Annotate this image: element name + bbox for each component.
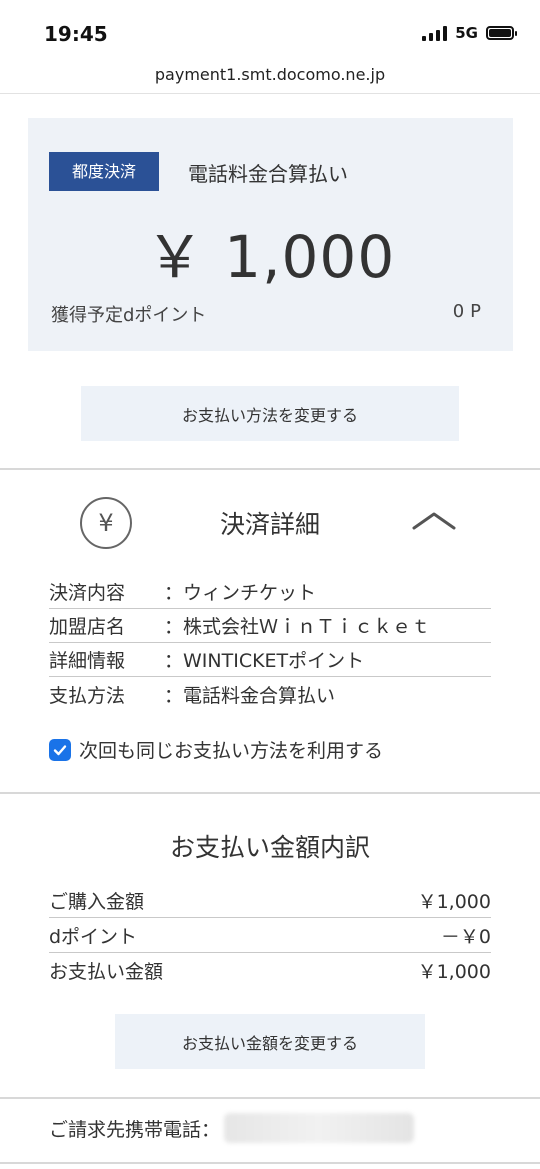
- breakdown-label: dポイント: [49, 925, 138, 948]
- points-label: 獲得予定dポイント: [51, 305, 207, 326]
- detail-label: 詳細情報: [49, 650, 126, 672]
- url-bar[interactable]: payment1.smt.docomo.ne.jp: [0, 62, 540, 94]
- divider: [0, 1162, 540, 1164]
- reuse-method-checkbox-row[interactable]: 次回も同じお支払い方法を利用する: [49, 736, 383, 763]
- detail-value: ：電話料金合算払い: [164, 684, 336, 707]
- points-value: 0P: [452, 301, 487, 322]
- status-bar: 19:45 5G: [0, 0, 540, 62]
- reuse-method-label[interactable]: 次回も同じお支払い方法を利用する: [79, 736, 383, 763]
- status-indicators: 5G: [422, 24, 517, 42]
- detail-row: 詳細情報 ：WINTICKETポイント: [49, 643, 491, 677]
- reuse-method-checkbox[interactable]: [49, 738, 71, 761]
- breakdown-value: ￥1,000: [417, 890, 491, 913]
- details-title: 決済詳細: [219, 510, 320, 539]
- divider: [0, 792, 540, 794]
- breakdown-row: ご購入金額 ￥1,000: [49, 883, 491, 918]
- detail-label: 加盟店名: [49, 616, 126, 638]
- detail-value: ：株式会社ＷｉｎＴｉｃｋｅｔ: [164, 616, 431, 638]
- network-type: 5G: [455, 24, 478, 42]
- change-payment-method-button[interactable]: お支払い方法を変更する: [81, 386, 459, 441]
- breakdown-label: お支払い金額: [49, 961, 164, 983]
- battery-icon: [486, 26, 517, 40]
- detail-row: 加盟店名 ：株式会社ＷｉｎＴｉｃｋｅｔ: [49, 609, 491, 643]
- divider: [0, 468, 540, 470]
- breakdown-title: お支払い金額内訳: [169, 833, 370, 862]
- signal-icon: [422, 25, 448, 41]
- detail-row: 支払方法 ：電話料金合算払い: [49, 677, 491, 711]
- payment-method-label: 電話料金合算払い: [188, 162, 348, 186]
- billing-phone-redacted: [224, 1113, 415, 1143]
- billing-phone-label: ご請求先携帯電話：: [49, 1118, 221, 1141]
- detail-label: 支払方法: [49, 684, 126, 707]
- payment-type-badge: 都度決済: [49, 152, 159, 191]
- divider: [0, 1097, 540, 1099]
- chevron-up-icon[interactable]: [412, 508, 456, 532]
- change-payment-amount-button[interactable]: お支払い金額を変更する: [115, 1014, 425, 1069]
- details-table: 決済内容 ：ウィンチケット 加盟店名 ：株式会社ＷｉｎＴｉｃｋｅｔ 詳細情報 ：…: [49, 575, 491, 711]
- breakdown-table: ご購入金額 ￥1,000 dポイント －￥0 お支払い金額 ￥1,000: [49, 883, 491, 988]
- status-time: 19:45: [44, 22, 108, 46]
- detail-label: 決済内容: [49, 582, 126, 604]
- detail-value: ：ウィンチケット: [164, 582, 317, 604]
- billing-phone-row: ご請求先携帯電話：: [49, 1113, 415, 1143]
- breakdown-value: －￥0: [440, 925, 491, 948]
- breakdown-row: お支払い金額 ￥1,000: [49, 953, 491, 988]
- breakdown-label: ご購入金額: [49, 890, 145, 913]
- check-icon: [53, 744, 67, 755]
- detail-value: ：WINTICKETポイント: [164, 650, 365, 672]
- breakdown-value: ￥1,000: [417, 961, 491, 983]
- payment-summary-card: 都度決済 電話料金合算払い ￥ 1,000 獲得予定dポイント 0P: [28, 118, 513, 351]
- payment-amount: ￥ 1,000: [145, 223, 396, 291]
- detail-row: 決済内容 ：ウィンチケット: [49, 575, 491, 609]
- breakdown-row: dポイント －￥0: [49, 918, 491, 953]
